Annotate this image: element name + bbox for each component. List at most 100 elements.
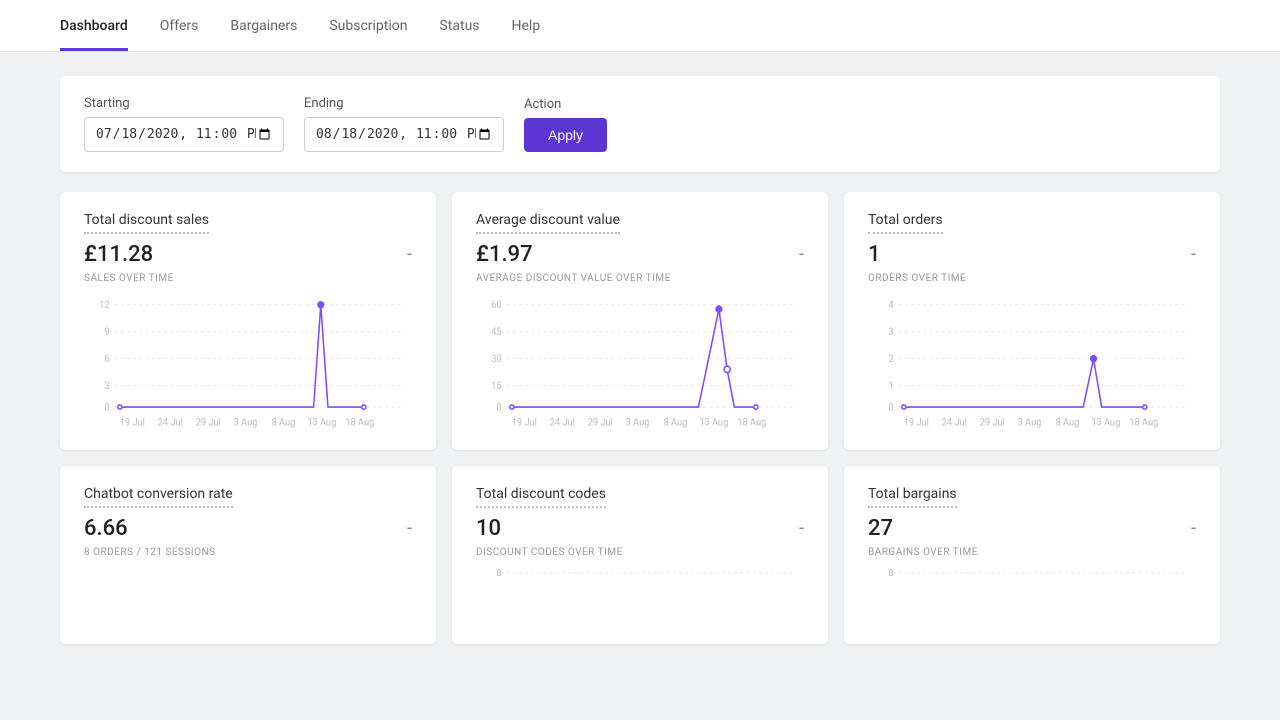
tab-dashboard[interactable]: Dashboard — [60, 0, 128, 51]
starting-field: Starting — [84, 96, 284, 152]
svg-text:8 Aug: 8 Aug — [664, 417, 688, 428]
tab-offers[interactable]: Offers — [160, 0, 199, 51]
ending-field: Ending — [304, 96, 504, 152]
svg-text:18 Aug: 18 Aug — [1129, 417, 1158, 428]
card-value: 10 — [476, 516, 501, 541]
svg-text:13 Aug: 13 Aug — [307, 417, 336, 428]
svg-text:12: 12 — [99, 300, 109, 311]
card-total-orders: Total orders 1 - ORDERS OVER TIME 4 3 2 … — [844, 192, 1220, 450]
card-collapse[interactable]: - — [799, 518, 804, 539]
filter-bar: Starting Ending Action Apply — [60, 76, 1220, 172]
card-total-discount-sales: Total discount sales £11.28 - SALES OVER… — [60, 192, 436, 450]
card-title: Total orders — [868, 212, 943, 234]
svg-text:0: 0 — [888, 402, 893, 413]
card-title: Chatbot conversion rate — [84, 486, 233, 508]
svg-text:8: 8 — [496, 569, 501, 579]
card-title: Total bargains — [868, 486, 957, 508]
svg-text:8 Aug: 8 Aug — [272, 417, 296, 428]
tab-bargainers[interactable]: Bargainers — [230, 0, 297, 51]
svg-text:15: 15 — [491, 381, 501, 392]
card-value-row: 1 - — [868, 242, 1196, 267]
card-value: £11.28 — [84, 242, 153, 267]
svg-text:60: 60 — [491, 300, 501, 311]
svg-text:18 Aug: 18 Aug — [737, 417, 766, 428]
card-subtitle: SALES OVER TIME — [84, 273, 412, 284]
svg-text:18 Aug: 18 Aug — [345, 417, 374, 428]
svg-text:19 Jul: 19 Jul — [904, 417, 929, 428]
chart-svg-bargains: 8 — [868, 568, 1196, 628]
card-collapse[interactable]: - — [1191, 518, 1196, 539]
top-navigation: Dashboard Offers Bargainers Subscription… — [0, 0, 1280, 52]
card-value: 1 — [868, 242, 881, 267]
ending-input[interactable] — [304, 117, 504, 152]
svg-text:30: 30 — [491, 354, 501, 365]
card-value-row: £11.28 - — [84, 242, 412, 267]
card-value: 27 — [868, 516, 893, 541]
svg-text:8: 8 — [888, 569, 893, 579]
chart-area-bargains: 8 — [868, 568, 1196, 628]
chart-svg-codes: 8 — [476, 568, 804, 628]
nav-tab-list: Dashboard Offers Bargainers Subscription… — [60, 0, 1220, 51]
svg-text:29 Jul: 29 Jul — [588, 417, 613, 428]
card-value: 6.66 — [84, 516, 128, 541]
svg-text:24 Jul: 24 Jul — [942, 417, 967, 428]
starting-label: Starting — [84, 96, 284, 111]
chart-area-orders: 4 3 2 1 0 19 Jul 24 Jul 29 Jul 3 Aug 8 A… — [868, 294, 1196, 434]
card-collapse[interactable]: - — [407, 244, 412, 265]
chart-area-avg: 60 45 30 15 0 19 Jul 24 Jul 29 Jul 3 Aug… — [476, 294, 804, 434]
svg-text:3 Aug: 3 Aug — [626, 417, 650, 428]
svg-text:3 Aug: 3 Aug — [234, 417, 258, 428]
svg-text:13 Aug: 13 Aug — [699, 417, 728, 428]
action-field: Action Apply — [524, 97, 607, 152]
card-subtitle: 8 ORDERS / 121 SESSIONS — [84, 547, 412, 558]
card-subtitle: ORDERS OVER TIME — [868, 273, 1196, 284]
tab-help[interactable]: Help — [512, 0, 541, 51]
chart-area-sales: 12 9 6 3 0 19 Jul 24 Jul 29 Jul 3 Aug 8 … — [84, 294, 412, 434]
card-total-discount-codes: Total discount codes 10 - DISCOUNT CODES… — [452, 466, 828, 644]
svg-text:0: 0 — [104, 402, 109, 413]
starting-input[interactable] — [84, 117, 284, 152]
ending-label: Ending — [304, 96, 504, 111]
card-value-row: 6.66 - — [84, 516, 412, 541]
card-collapse[interactable]: - — [407, 518, 412, 539]
svg-text:9: 9 — [104, 327, 109, 338]
card-value-row: 27 - — [868, 516, 1196, 541]
svg-text:3: 3 — [888, 327, 893, 338]
svg-text:45: 45 — [491, 327, 501, 338]
card-value: £1.97 — [476, 242, 533, 267]
chart-area-codes: 8 — [476, 568, 804, 628]
svg-text:6: 6 — [104, 354, 109, 365]
card-subtitle: DISCOUNT CODES OVER TIME — [476, 547, 804, 558]
svg-text:24 Jul: 24 Jul — [158, 417, 183, 428]
apply-button[interactable]: Apply — [524, 118, 607, 152]
svg-text:3 Aug: 3 Aug — [1018, 417, 1042, 428]
card-chatbot-conversion-rate: Chatbot conversion rate 6.66 - 8 ORDERS … — [60, 466, 436, 644]
action-label: Action — [524, 97, 607, 112]
svg-text:1: 1 — [888, 381, 893, 392]
card-average-discount-value: Average discount value £1.97 - AVERAGE D… — [452, 192, 828, 450]
svg-text:19 Jul: 19 Jul — [120, 417, 145, 428]
main-content: Starting Ending Action Apply Total disco… — [0, 52, 1280, 668]
chart-svg-sales: 12 9 6 3 0 19 Jul 24 Jul 29 Jul 3 Aug 8 … — [84, 294, 412, 434]
card-total-bargains: Total bargains 27 - BARGAINS OVER TIME 8 — [844, 466, 1220, 644]
card-collapse[interactable]: - — [799, 244, 804, 265]
svg-text:19 Jul: 19 Jul — [512, 417, 537, 428]
card-title: Average discount value — [476, 212, 620, 234]
cards-grid: Total discount sales £11.28 - SALES OVER… — [60, 192, 1220, 644]
card-collapse[interactable]: - — [1191, 244, 1196, 265]
svg-text:24 Jul: 24 Jul — [550, 417, 575, 428]
svg-text:13 Aug: 13 Aug — [1091, 417, 1120, 428]
card-subtitle: BARGAINS OVER TIME — [868, 547, 1196, 558]
svg-text:4: 4 — [888, 300, 894, 311]
tab-subscription[interactable]: Subscription — [329, 0, 407, 51]
card-value-row: 10 - — [476, 516, 804, 541]
svg-text:29 Jul: 29 Jul — [196, 417, 221, 428]
card-title: Total discount codes — [476, 486, 606, 508]
svg-text:8 Aug: 8 Aug — [1056, 417, 1080, 428]
svg-text:2: 2 — [888, 354, 893, 365]
card-value-row: £1.97 - — [476, 242, 804, 267]
card-title: Total discount sales — [84, 212, 209, 234]
tab-status[interactable]: Status — [439, 0, 479, 51]
svg-text:0: 0 — [496, 402, 501, 413]
chart-svg-orders: 4 3 2 1 0 19 Jul 24 Jul 29 Jul 3 Aug 8 A… — [868, 294, 1196, 434]
